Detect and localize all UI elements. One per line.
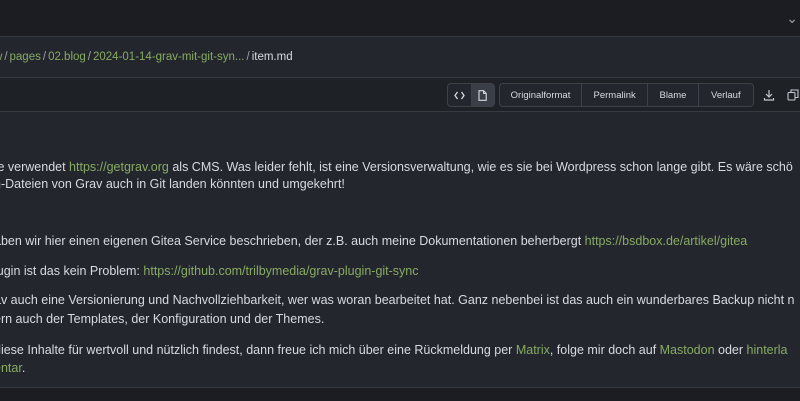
link-git-sync[interactable]: https://github.com/trilbymedia/grav-plug… [143, 264, 418, 278]
link-comment[interactable]: hinterla [747, 343, 788, 357]
paragraph-feedback-cont: entar. [0, 359, 25, 378]
breadcrumb-separator: / [246, 51, 250, 63]
top-navbar: ⌄ [0, 0, 800, 37]
chevron-icon[interactable]: ⌄ [786, 10, 798, 27]
raw-button[interactable]: Originalformat [500, 84, 583, 106]
history-button[interactable]: Verlauf [699, 84, 753, 106]
link-getgrav[interactable]: https://getgrav.org [69, 160, 169, 174]
breadcrumb-item[interactable]: pages [10, 51, 41, 63]
paragraph-versioning: av auch eine Versionierung und Nachvollz… [0, 293, 795, 307]
breadcrumb-item[interactable]: 2024-01-14-grav-mit-git-syn... [93, 51, 244, 63]
breadcrumb-separator: / [42, 51, 47, 63]
breadcrumb-current: item.md [251, 51, 293, 63]
code-icon[interactable] [448, 84, 472, 106]
paragraph-gitea: aben wir hier einen eigenen Gitea Servic… [0, 234, 748, 248]
paragraph-plugin: lugin ist das kein Problem: https://gith… [0, 264, 419, 278]
link-comment-cont[interactable]: entar [0, 361, 22, 375]
file-toolbar: Originalformat Permalink Blame Verlauf [0, 77, 800, 112]
link-mastodon[interactable]: Mastodon [660, 343, 715, 357]
blame-button[interactable]: Blame [648, 84, 699, 106]
permalink-button[interactable]: Permalink [582, 84, 649, 106]
breadcrumb-item[interactable]: 02.blog [48, 51, 86, 63]
copy-icon[interactable] [785, 87, 800, 103]
markdown-content: te verwendet https://getgrav.org als CMS… [0, 110, 800, 388]
view-toggle [447, 83, 495, 107]
file-actions: Originalformat Permalink Blame Verlauf [499, 83, 754, 107]
breadcrumb-separator: / [4, 51, 8, 63]
paragraph-intro-cont: n-Dateien von Grav auch in Git landen kö… [0, 177, 345, 191]
breadcrumb-separator: / [87, 51, 91, 63]
breadcrumb: w/pages/02.blog/2024-01-14-grav-mit-git-… [0, 51, 293, 63]
link-matrix[interactable]: Matrix [516, 343, 550, 357]
download-icon[interactable] [761, 87, 777, 103]
link-gitea[interactable]: https://bsdbox.de/artikel/gitea [585, 234, 748, 248]
paragraph-feedback: diese Inhalte für wertvoll und nützlich … [0, 343, 788, 357]
file-icon[interactable] [471, 84, 494, 106]
paragraph-versioning-cont: ern auch der Templates, der Konfiguratio… [0, 312, 325, 326]
breadcrumb-item[interactable]: w [0, 51, 2, 63]
footer-bar [0, 387, 800, 401]
